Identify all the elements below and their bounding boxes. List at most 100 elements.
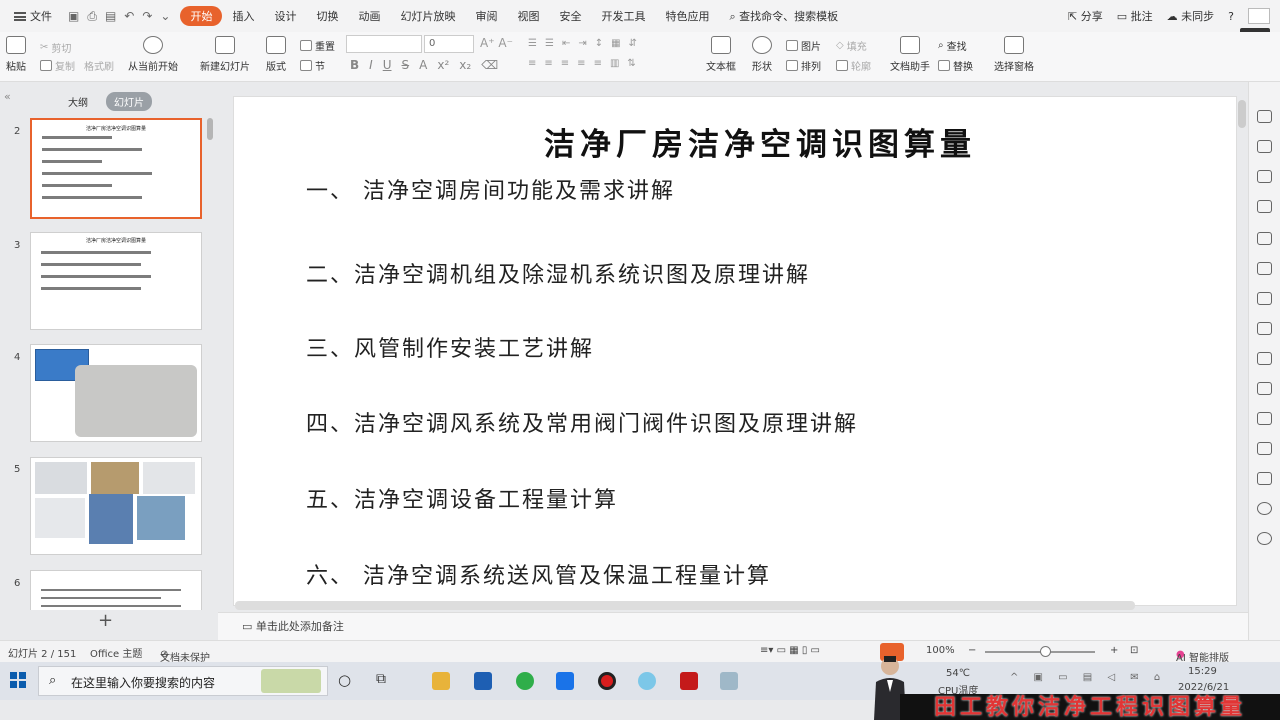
zoom-level[interactable]: 100%: [926, 645, 955, 656]
cortana-icon[interactable]: ○: [338, 671, 351, 689]
print-preview-icon[interactable]: ⎙: [87, 9, 97, 24]
zoom-out-icon[interactable]: −: [968, 645, 976, 656]
superscript-icon[interactable]: x²: [437, 58, 449, 72]
font-style-buttons[interactable]: B I U S Ax² x₂ ⌫: [350, 58, 498, 72]
doc-assistant-button[interactable]: 文档助手: [890, 36, 930, 73]
clear-format-icon[interactable]: ⌫: [481, 58, 498, 72]
tab-slideshow[interactable]: 幻灯片放映: [390, 8, 465, 24]
user-box[interactable]: [1248, 8, 1270, 24]
paragraph-buttons[interactable]: ☰ ☰ ⇤ ⇥ ↕ ▦ ⇵: [528, 38, 637, 49]
format-painter-button[interactable]: 格式刷: [84, 58, 114, 73]
bold-icon[interactable]: B: [350, 58, 359, 72]
file-menu[interactable]: 文件: [8, 8, 58, 24]
sidebar-audio-icon[interactable]: [1257, 442, 1272, 455]
picture-button[interactable]: 图片: [786, 38, 821, 53]
slide-thumbnail-6[interactable]: [30, 570, 202, 610]
italic-icon[interactable]: I: [369, 58, 373, 72]
sidebar-layout-icon[interactable]: [1257, 382, 1272, 395]
tab-review[interactable]: 审阅: [465, 8, 507, 24]
underline-icon[interactable]: U: [383, 58, 392, 72]
section-button[interactable]: 节: [300, 58, 325, 73]
customize-icon[interactable]: ⌄: [160, 9, 170, 24]
tab-features[interactable]: 特色应用: [655, 8, 719, 24]
sidebar-grid-icon[interactable]: [1257, 232, 1272, 245]
autocad-icon[interactable]: [680, 672, 698, 690]
tab-developer[interactable]: 开发工具: [591, 8, 655, 24]
view-buttons[interactable]: ≡▾ ▭ ▦ ▯ ▭: [760, 645, 820, 656]
reset-button[interactable]: 重置: [300, 38, 335, 53]
sidebar-adjust-icon[interactable]: [1257, 200, 1272, 213]
tab-outline[interactable]: 大纲: [60, 92, 96, 111]
font-color-icon[interactable]: A: [419, 58, 427, 72]
comment-button[interactable]: ▭ 批注: [1117, 8, 1153, 24]
sidebar-share-icon[interactable]: [1257, 352, 1272, 365]
vertical-scrollbar[interactable]: [1238, 100, 1246, 128]
select-pane-button[interactable]: 选择窗格: [994, 36, 1034, 73]
zoom-slider-knob[interactable]: [1040, 646, 1051, 657]
sync-button[interactable]: ☁ 未同步: [1167, 8, 1215, 24]
tray-icons[interactable]: ^ ▣ ▭ ▤ ◁ ✉ ⌂: [1010, 672, 1166, 683]
tab-insert[interactable]: 插入: [222, 8, 264, 24]
taskbar-search-input[interactable]: ⌕ 在这里输入你要搜索的内容: [38, 666, 328, 696]
sidebar-image-icon[interactable]: [1257, 412, 1272, 425]
font-name-field[interactable]: [346, 35, 422, 53]
find-button[interactable]: ⌕ 查找: [938, 38, 967, 53]
replace-button[interactable]: 替换: [938, 58, 973, 73]
tab-slides[interactable]: 幻灯片: [106, 92, 152, 111]
font-size-buttons[interactable]: A⁺ A⁻: [480, 36, 513, 50]
edge-icon[interactable]: [516, 672, 534, 690]
arrange-button[interactable]: 排列: [786, 58, 821, 73]
redo-icon[interactable]: ↷: [142, 9, 152, 24]
textbox-button[interactable]: 文本框: [706, 36, 736, 73]
sidebar-chart-icon[interactable]: [1257, 262, 1272, 275]
sidebar-history-icon[interactable]: [1257, 502, 1272, 515]
fit-icon[interactable]: ⊡: [1130, 645, 1138, 656]
sidebar-help-icon[interactable]: [1257, 532, 1272, 545]
copy-button[interactable]: 复制: [40, 58, 75, 73]
zoom-in-icon[interactable]: +: [1110, 645, 1118, 656]
tab-design[interactable]: 设计: [264, 8, 306, 24]
record-icon[interactable]: [598, 672, 616, 690]
sidebar-transition-icon[interactable]: [1257, 322, 1272, 335]
sidebar-settings-icon[interactable]: [1257, 292, 1272, 305]
sidebar-property-icon[interactable]: [1257, 110, 1272, 123]
sidebar-text-icon[interactable]: [1257, 472, 1272, 485]
tab-transition[interactable]: 切换: [306, 8, 348, 24]
sidebar-copy-icon[interactable]: [1257, 140, 1272, 153]
print-icon[interactable]: ▤: [105, 9, 116, 24]
clock-time[interactable]: 15:29: [1188, 666, 1217, 677]
share-button[interactable]: ⇱ 分享: [1068, 8, 1103, 24]
windows-start-icon[interactable]: [10, 672, 26, 688]
font-size-field[interactable]: 0: [424, 35, 474, 53]
paste-button[interactable]: 粘贴: [6, 36, 26, 73]
thumbnail-scrollbar[interactable]: [207, 118, 213, 140]
sidebar-animation-icon[interactable]: [1257, 170, 1272, 183]
app-icon[interactable]: [638, 672, 656, 690]
slide-thumbnail-2[interactable]: 洁净厂房洁净空调识图算量: [30, 118, 202, 219]
slide-thumbnail-5[interactable]: [30, 457, 202, 555]
current-slide[interactable]: 洁净厂房洁净空调识图算量 一、 洁净空调房间功能及需求讲解 二、洁净空调机组及除…: [233, 96, 1237, 606]
save-icon[interactable]: ▣: [68, 9, 79, 24]
slide-thumbnail-3[interactable]: 洁净厂房洁净空调识图算量: [30, 232, 202, 330]
image-viewer-icon[interactable]: [720, 672, 738, 690]
tab-view[interactable]: 视图: [507, 8, 549, 24]
layout-button[interactable]: 版式: [266, 36, 286, 73]
wps-icon[interactable]: [556, 672, 574, 690]
command-search[interactable]: ⌕ 查找命令、搜索模板: [719, 8, 848, 24]
tab-animation[interactable]: 动画: [348, 8, 390, 24]
outline-button[interactable]: 轮廓: [836, 58, 871, 73]
subscript-icon[interactable]: x₂: [459, 58, 471, 72]
notes-area[interactable]: ▭ 单击此处添加备注: [218, 612, 1248, 640]
clock-date[interactable]: 2022/6/21: [1178, 682, 1229, 693]
shape-button[interactable]: 形状: [752, 36, 772, 73]
add-slide-button[interactable]: +: [98, 610, 113, 631]
store-icon[interactable]: [474, 672, 492, 690]
strike-icon[interactable]: S: [402, 58, 410, 72]
new-slide-button[interactable]: 新建幻灯片: [200, 36, 250, 73]
tab-security[interactable]: 安全: [549, 8, 591, 24]
undo-icon[interactable]: ↶: [124, 9, 134, 24]
from-current-button[interactable]: 从当前开始: [128, 36, 178, 73]
fill-button[interactable]: ◇ 填充: [836, 38, 867, 53]
horizontal-scrollbar[interactable]: [235, 601, 1135, 610]
tab-home[interactable]: 开始: [180, 6, 223, 26]
